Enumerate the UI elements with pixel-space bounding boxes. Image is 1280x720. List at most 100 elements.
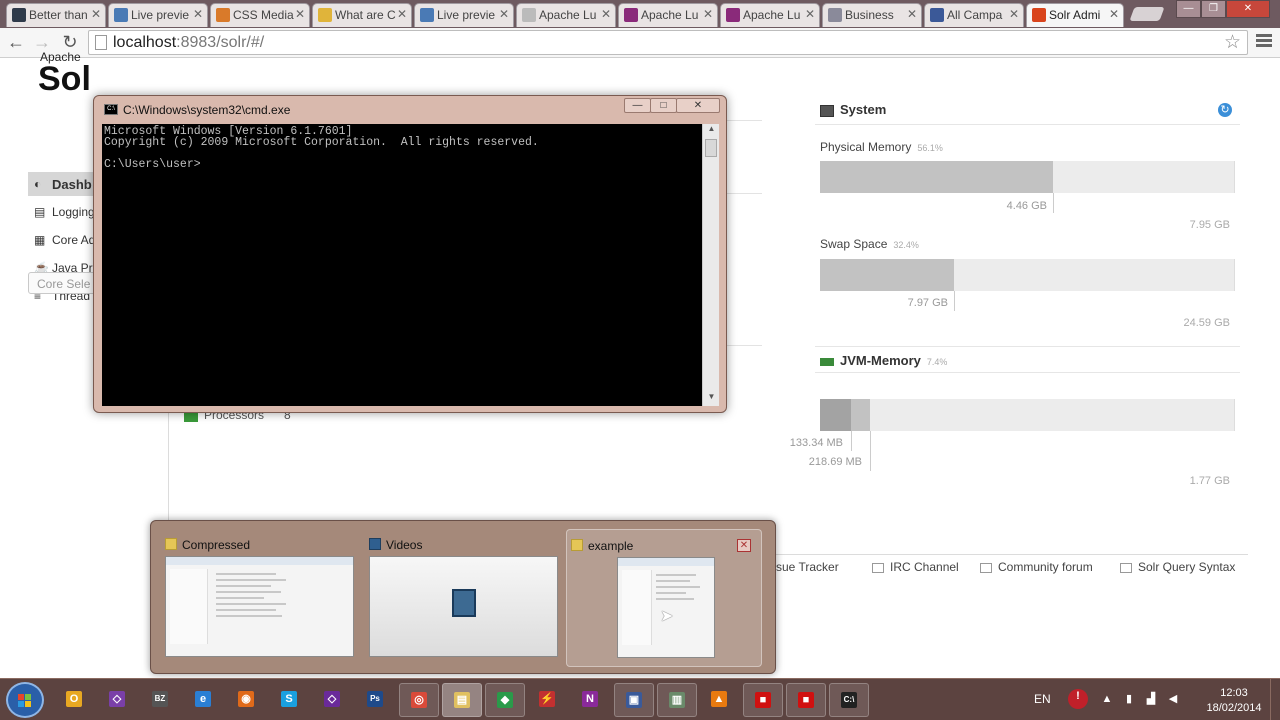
minimize-button[interactable]: — (1176, 0, 1201, 18)
tab-close-icon[interactable]: ✕ (1109, 7, 1119, 21)
record-icon: ■ (755, 692, 771, 708)
clock[interactable]: 12:03 18/02/2014 (1204, 686, 1264, 716)
bookmark-star-icon[interactable]: ☆ (1224, 31, 1241, 54)
browser-tab[interactable]: Apache Lu ✕ (618, 3, 718, 27)
thumbnail-close-icon[interactable]: ✕ (737, 539, 751, 552)
physical-memory-fill (820, 161, 1053, 193)
browser-tab[interactable]: Apache Lu ✕ (720, 3, 820, 27)
taskbar-outlook-button[interactable]: O (55, 683, 95, 717)
taskbar-vlc-button[interactable]: ▲ (700, 683, 740, 717)
show-desktop-button[interactable] (1270, 679, 1280, 720)
volume-icon[interactable]: ◀ (1166, 692, 1180, 706)
cmd-maximize-button[interactable]: □ (650, 98, 677, 113)
taskbar-visual-studio-button[interactable]: ◇ (98, 683, 138, 717)
tab-close-icon[interactable]: ✕ (193, 7, 203, 21)
taskbar-firefox-button[interactable]: ◉ (227, 683, 267, 717)
people-icon (872, 562, 884, 573)
thumbnail-compressed[interactable]: Compressed (161, 529, 357, 667)
back-icon[interactable]: ← (4, 31, 28, 55)
tab-close-icon[interactable]: ✕ (1009, 7, 1019, 21)
taskbar-explorer2-button[interactable]: ▥ (657, 683, 697, 717)
swap-space-label: Swap Space 32.4% (820, 237, 919, 251)
browser-tab[interactable]: Apache Lu ✕ (516, 3, 616, 27)
maximize-button[interactable]: ❐ (1201, 0, 1226, 18)
language-indicator[interactable]: EN (1034, 692, 1051, 706)
reload-icon[interactable]: ↻ (1218, 103, 1232, 117)
footer-link[interactable]: ssue Tracker (770, 560, 839, 574)
cmd-scrollbar[interactable]: ▲ ▼ (702, 124, 719, 406)
footer-link-label: Solr Query Syntax (1138, 560, 1236, 574)
browser-tab[interactable]: Business ✕ (822, 3, 922, 27)
scroll-up-icon[interactable]: ▲ (703, 124, 720, 138)
browser-tab[interactable]: Solr Admi ✕ (1026, 3, 1124, 27)
jvm-committed-value: 218.69 MB (808, 456, 862, 468)
tab-title: What are C (335, 8, 396, 22)
tab-close-icon[interactable]: ✕ (397, 7, 407, 21)
cmd-window[interactable]: C:\ C:\Windows\system32\cmd.exe — □ ✕ Mi… (93, 95, 727, 413)
alert-icon[interactable]: ! (1068, 689, 1088, 709)
browser-tab[interactable]: CSS Media ✕ (210, 3, 310, 27)
new-tab-button[interactable] (1129, 7, 1165, 21)
taskbar-onenote-button[interactable]: N (571, 683, 611, 717)
browser-tab[interactable]: Better than ✕ (6, 3, 106, 27)
browser-tab[interactable]: Live previe ✕ (108, 3, 208, 27)
physical-memory-text: Physical Memory (820, 140, 912, 154)
footer-link-label: IRC Channel (890, 560, 959, 574)
taskbar-maps-button[interactable]: ◆ (485, 683, 525, 717)
taskbar-record1-button[interactable]: ■ (743, 683, 783, 717)
taskbar-filezilla-button[interactable]: ⚡ (528, 683, 568, 717)
jvm-icon (820, 357, 834, 366)
taskbar-photoshop-button[interactable]: Ps (356, 683, 396, 717)
taskbar-vs2-button[interactable]: ◇ (313, 683, 353, 717)
footer-link[interactable]: IRC Channel (872, 560, 959, 574)
thumbnail-videos[interactable]: Videos (365, 529, 561, 667)
taskbar-bz-button[interactable]: BZ (141, 683, 181, 717)
thumbnail-example[interactable]: example ✕ ➤ (566, 529, 762, 667)
show-hidden-icons-icon[interactable]: ▲ (1100, 692, 1114, 706)
tab-close-icon[interactable]: ✕ (295, 7, 305, 21)
start-button[interactable] (6, 682, 44, 718)
jvm-separator (815, 372, 1240, 373)
footer-link[interactable]: Solr Query Syntax (1120, 560, 1235, 574)
taskbar-skype-button[interactable]: S (270, 683, 310, 717)
cmd-titlebar[interactable]: C:\ C:\Windows\system32\cmd.exe — □ ✕ (94, 96, 726, 120)
cmd-minimize-button[interactable]: — (624, 98, 651, 113)
taskbar-explorer-button[interactable]: ▤ (442, 683, 482, 717)
tab-close-icon[interactable]: ✕ (499, 7, 509, 21)
address-url: localhost:8983/solr/#/ (113, 34, 264, 52)
network-icon[interactable]: ▟ (1144, 692, 1158, 706)
taskbar-remote-button[interactable]: ▣ (614, 683, 654, 717)
physical-memory-percent: 56.1% (917, 143, 943, 153)
tab-title: Business (845, 8, 894, 22)
swap-space-used: 7.97 GB (907, 297, 948, 309)
browser-tab[interactable]: What are C ✕ (312, 3, 412, 27)
chrome-menu-icon[interactable] (1256, 34, 1272, 50)
sidebar-item-label: Logging (52, 205, 95, 219)
tab-title: All Campa (947, 8, 1003, 22)
tab-close-icon[interactable]: ✕ (703, 7, 713, 21)
taskbar-chrome-button[interactable]: ◎ (399, 683, 439, 717)
taskbar-record2-button[interactable]: ■ (786, 683, 826, 717)
power-icon[interactable]: ▮ (1122, 692, 1136, 706)
taskbar-cmd-button[interactable]: C:\ (829, 683, 869, 717)
cmd-close-button[interactable]: ✕ (676, 98, 720, 113)
close-button[interactable]: ✕ (1226, 0, 1270, 18)
jvm-committed-tick (870, 431, 871, 471)
jvm-used-fill (820, 399, 851, 431)
scroll-thumb[interactable] (705, 139, 717, 157)
clock-time: 12:03 (1220, 687, 1248, 699)
firefox-icon: ◉ (238, 691, 254, 707)
tab-close-icon[interactable]: ✕ (805, 7, 815, 21)
browser-tab[interactable]: All Campa ✕ (924, 3, 1024, 27)
cmd-icon: C:\ (104, 104, 118, 115)
tab-close-icon[interactable]: ✕ (91, 7, 101, 21)
tab-close-icon[interactable]: ✕ (907, 7, 917, 21)
cmd-console[interactable]: Microsoft Windows [Version 6.1.7601] Cop… (102, 124, 702, 406)
footer-link[interactable]: Community forum (980, 560, 1093, 574)
tab-close-icon[interactable]: ✕ (601, 7, 611, 21)
jvm-used-value: 133.34 MB (789, 437, 843, 449)
browser-tab[interactable]: Live previe ✕ (414, 3, 514, 27)
scroll-down-icon[interactable]: ▼ (703, 392, 720, 406)
address-bar[interactable]: localhost:8983/solr/#/ ☆ (88, 30, 1248, 55)
taskbar-ie-button[interactable]: e (184, 683, 224, 717)
